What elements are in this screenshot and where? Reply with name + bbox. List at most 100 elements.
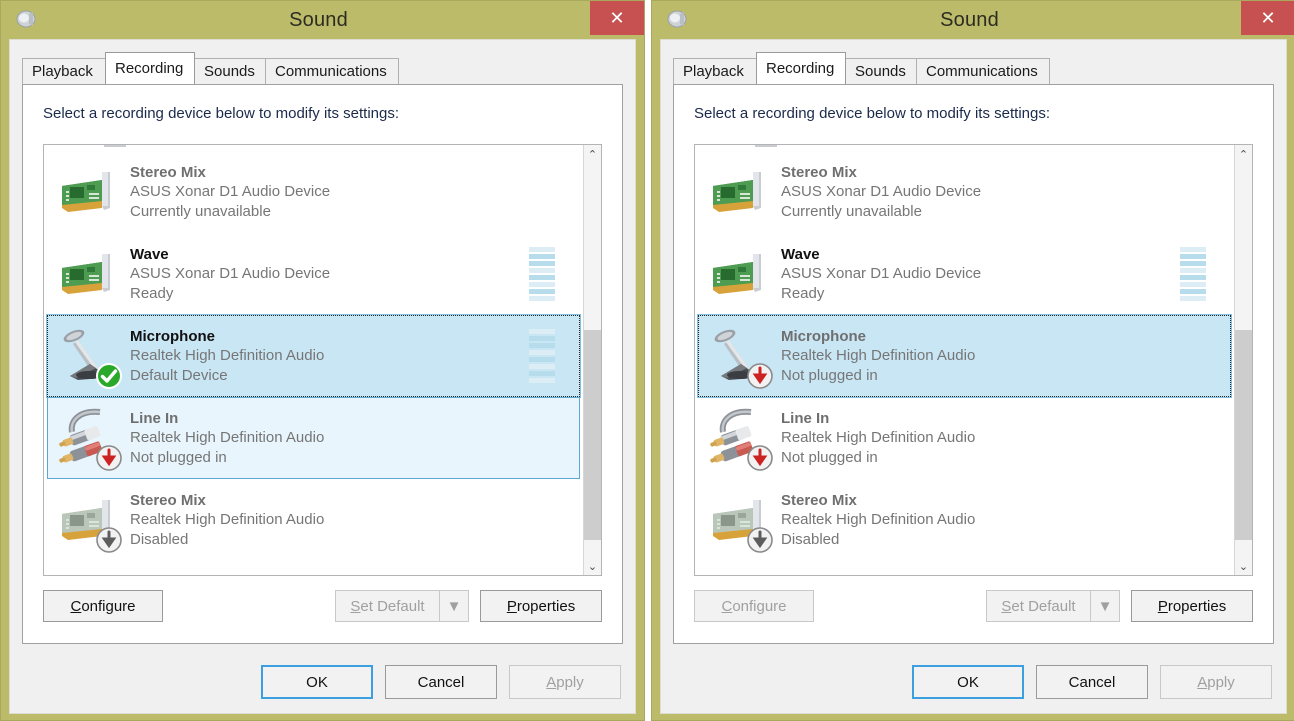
apply-button: Apply	[509, 665, 621, 699]
titlebar[interactable]: Sound ✕	[9, 1, 644, 39]
ok-button[interactable]: OK	[261, 665, 373, 699]
device-list-item[interactable]: Stereo Mix Realtek High Definition Audio D…	[698, 479, 1231, 561]
device-text-block: Microphone Realtek High Definition Audio N…	[781, 327, 975, 385]
tab-recording[interactable]: Recording	[756, 52, 846, 84]
device-status: Not plugged in	[781, 448, 878, 466]
device-driver: Realtek High Definition Audio	[130, 347, 325, 365]
meter-segment	[529, 378, 555, 383]
properties-button[interactable]: Properties	[480, 590, 602, 622]
tab-label: Communications	[926, 63, 1038, 80]
green-check-badge	[96, 363, 122, 389]
meter-segment	[529, 296, 555, 301]
cancel-button[interactable]: Cancel	[385, 665, 497, 699]
device-rows: Stereo Mix ASUS Xonar D1 Audio Device Curr…	[695, 145, 1234, 561]
speaker-icon	[666, 8, 688, 30]
close-button[interactable]: ✕	[590, 1, 644, 35]
pci-audio-card-icon	[56, 488, 122, 553]
device-list-scrollbar[interactable]: ⌃ ⌄	[583, 145, 601, 575]
scroll-up-arrow-icon[interactable]: ⌃	[584, 145, 601, 163]
meter-segment	[529, 261, 555, 266]
tab-communications[interactable]: Communications	[916, 58, 1050, 84]
meter-segment	[529, 350, 555, 355]
ok-button[interactable]: OK	[912, 665, 1024, 699]
device-list-scrollbar[interactable]: ⌃ ⌄	[1234, 145, 1252, 575]
tab-label: Communications	[275, 63, 387, 80]
device-list-item[interactable]: Microphone Realtek High Definition Audio N…	[697, 314, 1232, 398]
device-name: Stereo Mix	[130, 164, 206, 182]
tab-label: Sounds	[204, 63, 255, 80]
device-driver: ASUS Xonar D1 Audio Device	[781, 265, 982, 283]
device-text-block: Line In Realtek High Definition Audio Not …	[781, 409, 975, 467]
tab-communications[interactable]: Communications	[265, 58, 399, 84]
recording-device-list[interactable]: Stereo Mix ASUS Xonar D1 Audio Device Curr…	[694, 144, 1253, 576]
device-list-item[interactable]: Line In Realtek High Definition Audio Not …	[47, 397, 580, 479]
meter-segment	[1180, 261, 1206, 266]
meter-segment	[1180, 247, 1206, 252]
device-list-item[interactable]: Wave ASUS Xonar D1 Audio Device Ready	[698, 233, 1231, 315]
tab-playback[interactable]: Playback	[22, 58, 106, 84]
tab-label: Playback	[683, 63, 744, 80]
tab-playback[interactable]: Playback	[673, 58, 757, 84]
scrollbar-thumb[interactable]	[584, 330, 601, 540]
device-status: Currently unavailable	[130, 202, 271, 220]
tab-sounds[interactable]: Sounds	[845, 58, 917, 84]
meter-segment	[529, 247, 555, 252]
meter-segment	[1180, 296, 1206, 301]
device-list-item[interactable]: Line In Realtek High Definition Audio Not …	[698, 397, 1231, 479]
device-list-item[interactable]: Stereo Mix ASUS Xonar D1 Audio Device Curr…	[47, 151, 580, 233]
microphone-icon	[56, 324, 122, 389]
recording-tab-page: Select a recording device below to modif…	[22, 84, 623, 644]
close-button[interactable]: ✕	[1241, 1, 1294, 35]
device-text-block: Wave ASUS Xonar D1 Audio Device Ready	[781, 245, 981, 303]
properties-button[interactable]: Properties	[1131, 590, 1253, 622]
meter-segment	[529, 364, 555, 369]
device-status: Default Device	[130, 366, 228, 384]
device-text-block: Stereo Mix Realtek High Definition Audio D…	[130, 491, 324, 549]
tab-sounds[interactable]: Sounds	[194, 58, 266, 84]
device-list-item[interactable]: Stereo Mix ASUS Xonar D1 Audio Device Curr…	[698, 151, 1231, 233]
device-list-item[interactable]: Microphone Realtek High Definition Audio D…	[46, 314, 581, 398]
recording-device-list[interactable]: Stereo Mix ASUS Xonar D1 Audio Device Curr…	[43, 144, 602, 576]
meter-segment	[529, 357, 555, 362]
chevron-down-icon[interactable]: ▼	[1090, 590, 1120, 622]
device-list-item[interactable]: Wave ASUS Xonar D1 Audio Device Ready	[47, 233, 580, 315]
scrolled-partial-row	[755, 145, 777, 147]
tab-label: Sounds	[855, 63, 906, 80]
sound-window-left: Sound ✕ Playback Recording Sounds Communicati…	[0, 0, 645, 721]
tab-recording[interactable]: Recording	[105, 52, 195, 84]
device-driver: Realtek High Definition Audio	[130, 511, 325, 529]
device-list-item[interactable]: Stereo Mix Realtek High Definition Audio D…	[47, 479, 580, 561]
device-text-block: Stereo Mix Realtek High Definition Audio D…	[781, 491, 975, 549]
apply-button: Apply	[1160, 665, 1272, 699]
meter-segment	[529, 282, 555, 287]
device-name: Stereo Mix	[781, 164, 857, 182]
scroll-down-arrow-icon[interactable]: ⌄	[584, 557, 601, 575]
device-name: Wave	[781, 246, 820, 264]
cancel-button[interactable]: Cancel	[1036, 665, 1148, 699]
set-default-split-button[interactable]: Set Default ▼	[986, 590, 1120, 622]
red-arrow-badge	[96, 445, 122, 471]
dialog-footer-buttons: OK Cancel Apply	[261, 665, 621, 699]
device-text-block: Line In Realtek High Definition Audio Not …	[130, 409, 324, 467]
tab-strip: Playback Recording Sounds Communications	[22, 52, 635, 84]
instruction-text: Select a recording device below to modif…	[694, 105, 1051, 122]
configure-button: Configure	[694, 590, 814, 622]
device-driver: Realtek High Definition Audio	[781, 347, 976, 365]
window-title: Sound	[940, 8, 999, 31]
configure-button[interactable]: Configure	[43, 590, 163, 622]
meter-segment	[529, 254, 555, 259]
tab-label: Recording	[115, 60, 184, 77]
scroll-up-arrow-icon[interactable]: ⌃	[1235, 145, 1252, 163]
device-name: Wave	[130, 246, 169, 264]
set-default-split-button[interactable]: Set Default ▼	[335, 590, 469, 622]
device-name: Stereo Mix	[130, 492, 206, 510]
tab-strip: Playback Recording Sounds Communications	[673, 52, 1286, 84]
sound-dialog: Playback Recording Sounds Communications Sel…	[9, 39, 636, 714]
window-title: Sound	[289, 8, 348, 31]
device-text-block: Stereo Mix ASUS Xonar D1 Audio Device Curr…	[130, 163, 330, 221]
screen: Sound ✕ Playback Recording Sounds Communicati…	[0, 0, 1294, 721]
scroll-down-arrow-icon[interactable]: ⌄	[1235, 557, 1252, 575]
scrollbar-thumb[interactable]	[1235, 330, 1252, 540]
titlebar[interactable]: Sound ✕	[660, 1, 1294, 39]
chevron-down-icon[interactable]: ▼	[439, 590, 469, 622]
